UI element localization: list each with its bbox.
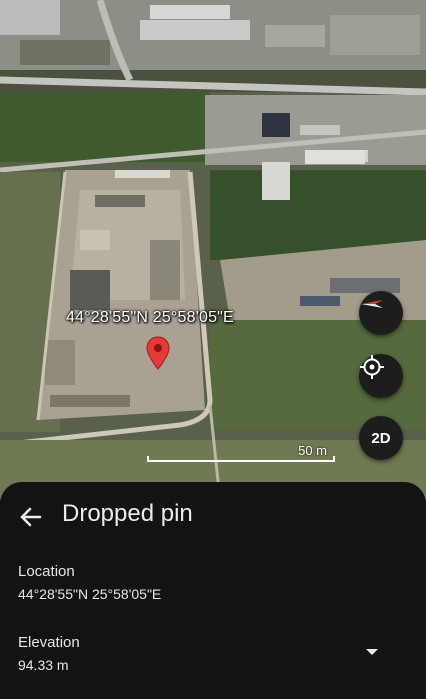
arrow-back-icon xyxy=(16,507,46,536)
place-details-sheet: Dropped pin Location 44°28'55"N 25°58'05… xyxy=(0,482,426,699)
location-pin-icon[interactable] xyxy=(146,336,170,370)
map-scale: 50 m xyxy=(147,440,335,462)
elevation-value: 94.33 m xyxy=(18,657,69,673)
back-button[interactable] xyxy=(16,502,46,532)
chevron-down-icon xyxy=(360,649,384,666)
location-value: 44°28'55"N 25°58'05"E xyxy=(18,586,162,602)
location-label: Location xyxy=(18,563,75,580)
satellite-map[interactable]: 44°28'55"N 25°58'05"E 2D 50 m xyxy=(0,0,426,500)
view-mode-label: 2D xyxy=(371,429,391,447)
expand-button[interactable] xyxy=(360,642,384,662)
compass-button[interactable] xyxy=(359,291,403,335)
view-mode-2d-button[interactable]: 2D xyxy=(359,416,403,460)
my-location-button[interactable] xyxy=(359,354,403,398)
scale-bar xyxy=(147,456,335,462)
coordinates-label: 44°28'55"N 25°58'05"E xyxy=(66,309,234,326)
elevation-label: Elevation xyxy=(18,634,80,651)
sheet-title: Dropped pin xyxy=(62,500,193,527)
